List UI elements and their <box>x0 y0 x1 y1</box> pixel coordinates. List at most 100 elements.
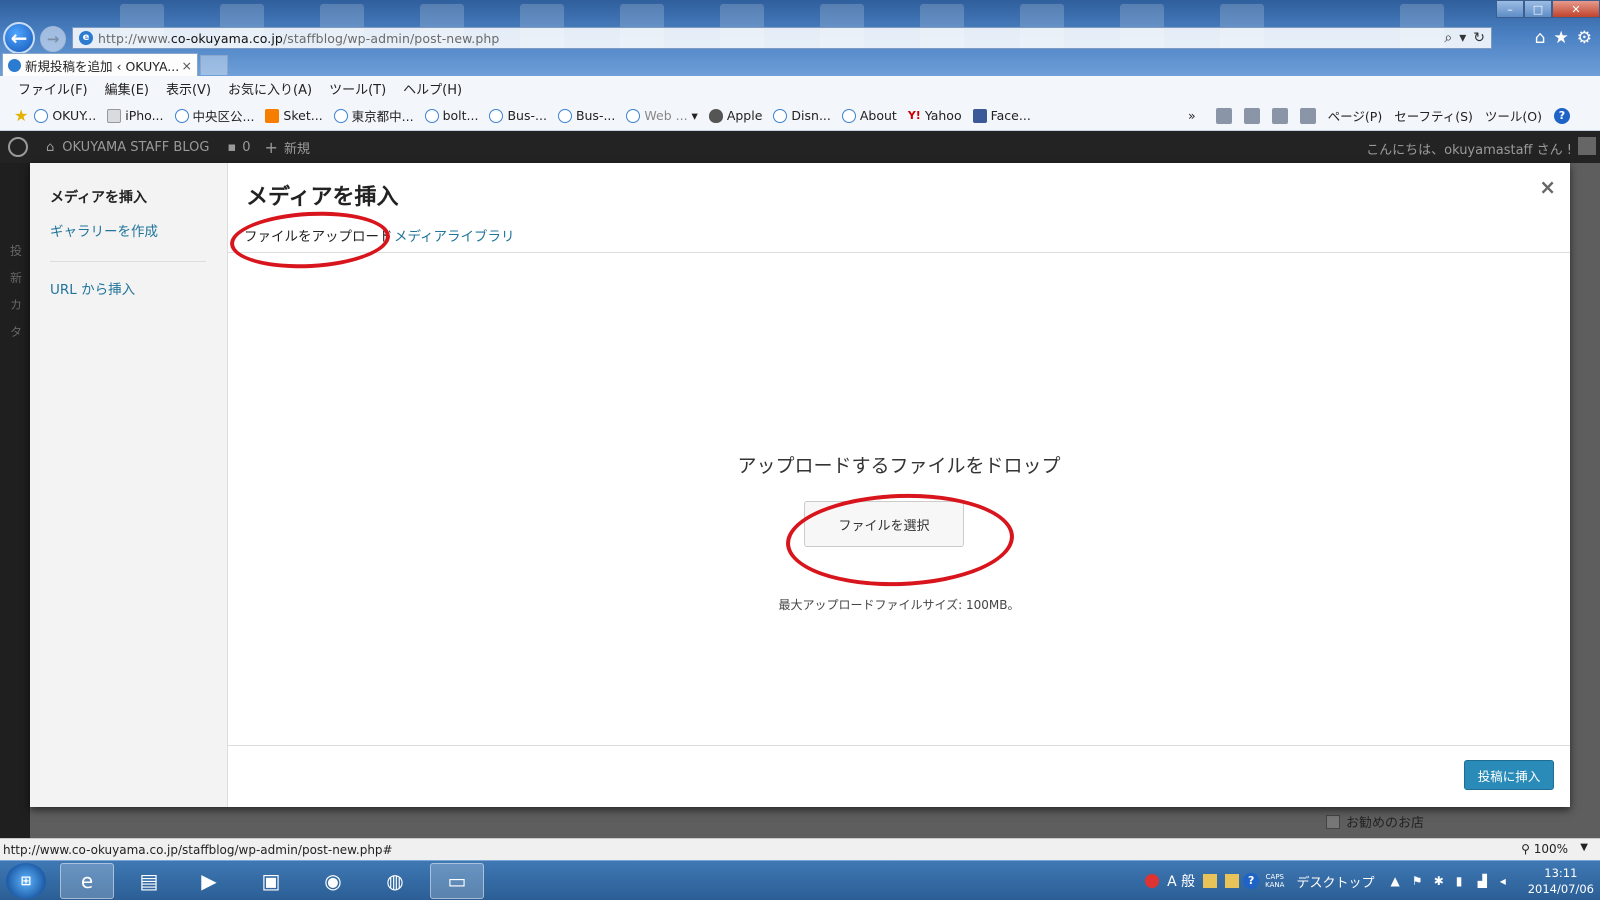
ime-tool-icon[interactable] <box>1225 874 1240 888</box>
menu-file[interactable]: ファイル(F) <box>18 79 88 98</box>
window-controls: – □ ✕ <box>1496 0 1600 18</box>
tab-upload-files[interactable]: ファイルをアップロード <box>244 225 393 245</box>
favorite-link[interactable]: Bus-... <box>489 108 547 123</box>
favorite-link[interactable]: About <box>841 108 897 123</box>
ie-page-icon <box>174 108 189 123</box>
clock-time: 13:11 <box>1544 866 1578 880</box>
favorite-link[interactable]: bolt... <box>424 108 478 123</box>
ime-tool-icon[interactable] <box>1203 874 1218 888</box>
maximize-button[interactable]: □ <box>1524 0 1552 18</box>
search-icon[interactable]: ⌕ <box>1444 30 1452 46</box>
zoom-icon: ⚲ <box>1521 842 1534 856</box>
favorite-link[interactable]: iPho... <box>107 108 164 123</box>
favorites-star-icon[interactable]: ★ <box>1554 28 1569 48</box>
chevron-down-icon[interactable]: ▾ <box>1459 30 1466 46</box>
upload-drop-area[interactable]: アップロードするファイルをドロップ ファイルを選択 最大アップロードファイルサイ… <box>228 254 1570 732</box>
taskbar-explorer[interactable]: ▤ <box>122 863 176 899</box>
signal-icon[interactable]: ▟ <box>1478 874 1492 888</box>
print-icon[interactable] <box>1299 107 1316 124</box>
comments-count: 0 <box>242 139 251 155</box>
avatar[interactable] <box>1578 137 1596 155</box>
close-icon[interactable]: × <box>182 58 192 73</box>
menu-favorites[interactable]: お気に入り(A) <box>228 79 312 98</box>
zoom-level[interactable]: ⚲ 100% <box>1521 842 1568 856</box>
wordpress-logo-icon[interactable] <box>8 137 28 157</box>
window-icon: ▭ <box>447 869 467 893</box>
forward-button[interactable]: → <box>40 26 66 52</box>
comment-icon[interactable]: ▪ <box>227 140 236 155</box>
menu-create-gallery[interactable]: ギャラリーを作成 <box>50 220 158 240</box>
modal-router-tabs: ファイルをアップロード メディアライブラリ <box>228 215 1570 253</box>
new-tab-button[interactable] <box>200 55 228 75</box>
back-button[interactable]: ← <box>3 22 35 54</box>
browser-right-icons: ⌂ ★ ⚙ <box>1535 28 1592 48</box>
tab-media-library[interactable]: メディアライブラリ <box>394 225 515 245</box>
blogger-icon <box>265 108 280 123</box>
menu-insert-media[interactable]: メディアを挿入 <box>50 187 147 207</box>
minimize-button[interactable]: – <box>1496 0 1524 18</box>
ime-indicator[interactable]: A 般 <box>1167 871 1195 891</box>
favorite-link[interactable]: Face... <box>972 108 1031 123</box>
browser-tab-active[interactable]: 新規投稿を追加 ‹ OKUYA... × <box>2 53 198 76</box>
command-bar: » ページ(P) セーフティ(S) ツール(O) ? <box>1188 106 1570 125</box>
wp-site-name[interactable]: OKUYAMA STAFF BLOG <box>62 140 209 155</box>
taskbar-ie[interactable]: e <box>60 863 114 899</box>
checkbox-icon <box>1326 814 1340 829</box>
menu-help[interactable]: ヘルプ(H) <box>403 79 462 98</box>
volume-icon[interactable]: ◂ <box>1500 874 1514 888</box>
tools-menu[interactable]: ツール(O) <box>1485 106 1542 125</box>
network-icon[interactable]: ✱ <box>1434 874 1448 888</box>
desktop-toolbar-label[interactable]: デスクトップ <box>1296 872 1374 891</box>
menu-edit[interactable]: 編集(E) <box>105 79 149 98</box>
address-bar[interactable]: e http://www.co-okuyama.co.jp/staffblog/… <box>72 27 1492 49</box>
page-menu[interactable]: ページ(P) <box>1328 106 1383 125</box>
close-icon[interactable]: × <box>1539 175 1556 199</box>
favorite-link[interactable]: OKUY... <box>34 108 96 123</box>
wp-new-menu[interactable]: 新規 <box>284 138 310 157</box>
home-icon[interactable] <box>1215 107 1232 124</box>
alert-icon[interactable] <box>1145 874 1160 888</box>
refresh-icon[interactable]: ↻ <box>1473 30 1485 46</box>
more-favorites-chevron[interactable]: » <box>1188 108 1196 123</box>
favorite-link[interactable]: 東京都中... <box>333 106 414 125</box>
select-files-button[interactable]: ファイルを選択 <box>804 501 964 547</box>
home-icon[interactable]: ⌂ <box>1535 28 1546 48</box>
favorite-link[interactable]: Sket... <box>265 108 323 123</box>
close-window-button[interactable]: ✕ <box>1552 0 1600 18</box>
wp-howdy-text[interactable]: こんにちは、okuyamastaff さん ! <box>1366 139 1572 158</box>
rss-feed-icon[interactable] <box>1243 107 1260 124</box>
insert-into-post-button[interactable]: 投稿に挿入 <box>1464 760 1554 790</box>
favorite-folder[interactable]: Web ... ▾ <box>626 108 698 123</box>
gear-icon[interactable]: ⚙ <box>1577 28 1592 48</box>
status-url: http://www.co-okuyama.co.jp/staffblog/wp… <box>3 842 393 857</box>
favorite-link[interactable]: Apple <box>708 108 762 123</box>
chevron-down-icon[interactable]: ▼ <box>1580 842 1588 853</box>
taskbar-media-player[interactable]: ▶ <box>182 863 236 899</box>
ie-page-icon <box>841 108 856 123</box>
ie-page-icon <box>333 108 348 123</box>
favorite-link[interactable]: Disn... <box>773 108 831 123</box>
chevron-up-icon[interactable]: ▲ <box>1390 874 1399 888</box>
start-button[interactable]: ⊞ <box>6 863 46 899</box>
flag-icon[interactable]: ⚑ <box>1412 874 1426 888</box>
home-icon: ⌂ <box>46 139 55 155</box>
taskbar-chrome[interactable]: ◉ <box>306 863 360 899</box>
folder-icon: ▤ <box>139 869 159 893</box>
safety-menu[interactable]: セーフティ(S) <box>1394 106 1473 125</box>
taskbar-firefox[interactable]: ◍ <box>368 863 422 899</box>
taskbar-camera-app[interactable]: ▣ <box>244 863 298 899</box>
clock[interactable]: 13:11 2014/07/06 <box>1528 865 1594 897</box>
help-icon[interactable]: ? <box>1554 107 1570 124</box>
menu-view[interactable]: 表示(V) <box>166 79 211 98</box>
favorite-link[interactable]: Bus-... <box>557 108 615 123</box>
menu-tools[interactable]: ツール(T) <box>329 79 386 98</box>
help-icon[interactable]: ? <box>1243 873 1260 889</box>
favorite-link[interactable]: 中央区公... <box>174 106 254 125</box>
mail-icon[interactable] <box>1271 107 1288 124</box>
favorites-add-star-icon[interactable]: ★ <box>14 106 28 125</box>
media-modal: メディアを挿入 ギャラリーを作成 URL から挿入 メディアを挿入 × ファイル… <box>30 163 1570 807</box>
device-icon[interactable]: ▮ <box>1456 874 1470 888</box>
menu-insert-from-url[interactable]: URL から挿入 <box>50 278 135 298</box>
favorite-link[interactable]: Y! Yahoo <box>908 108 962 123</box>
taskbar-app-window[interactable]: ▭ <box>430 863 484 899</box>
